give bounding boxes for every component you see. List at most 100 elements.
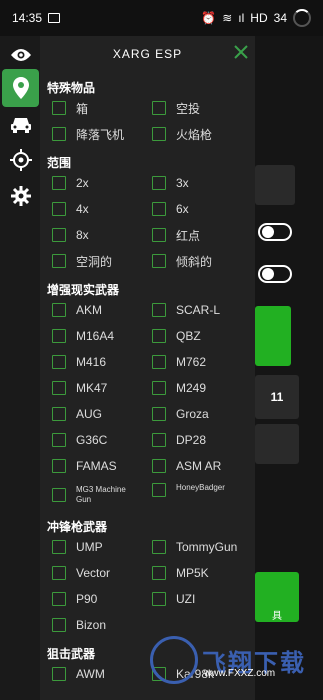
checkbox[interactable] (152, 407, 166, 421)
option-weapon[interactable]: FAMAS (52, 453, 152, 479)
close-icon[interactable] (233, 44, 249, 60)
battery-level: 34 (273, 11, 287, 25)
car-icon[interactable] (4, 108, 38, 142)
ar-weapons-grid: AKM SCAR-L M16A4 QBZ M416 M762 MK47 M249… (40, 297, 255, 511)
gear-icon[interactable] (4, 179, 38, 213)
net-type: HD (250, 11, 268, 25)
checkbox[interactable] (52, 254, 66, 268)
checkbox[interactable] (52, 433, 66, 447)
checkbox[interactable] (152, 329, 166, 343)
checkbox[interactable] (52, 407, 66, 421)
checkbox[interactable] (152, 355, 166, 369)
status-bar: 14:35 ⏰ ≋ ıl HD 34 (0, 0, 323, 36)
option-weapon[interactable]: AUG (52, 401, 152, 427)
checkbox[interactable] (52, 303, 66, 317)
option-weapon[interactable]: Bizon (52, 612, 152, 638)
option-weapon[interactable]: ASM AR (152, 453, 252, 479)
panel-title: XARG ESP (112, 47, 183, 61)
option-scope[interactable]: 6x (152, 196, 252, 222)
wifi-icon: ≋ (222, 11, 233, 25)
option-weapon[interactable]: P90 (52, 586, 152, 612)
checkbox[interactable] (152, 566, 166, 580)
crosshair-icon[interactable] (4, 143, 38, 177)
esp-panel: XARG ESP 特殊物品 箱 空投 降落飞机 火焰枪 范围 2x 3x 4x … (40, 36, 255, 700)
checkbox[interactable] (152, 433, 166, 447)
checkbox[interactable] (152, 303, 166, 317)
checkbox[interactable] (152, 176, 166, 190)
toggle-switch[interactable] (258, 223, 292, 241)
option-weapon[interactable]: Vector (52, 560, 152, 586)
green-button[interactable] (255, 306, 291, 366)
option-weapon[interactable]: M249 (152, 375, 252, 401)
eye-icon[interactable] (4, 38, 38, 72)
option-weapon[interactable]: TommyGun (152, 534, 252, 560)
special-items-grid: 箱 空投 降落飞机 火焰枪 (40, 95, 255, 147)
option-weapon[interactable]: AWM (52, 661, 152, 687)
checkbox[interactable] (52, 176, 66, 190)
option-scope[interactable]: 倾斜的 (152, 248, 252, 274)
status-time: 14:35 (12, 11, 43, 25)
checkbox[interactable] (52, 540, 66, 554)
checkbox[interactable] (152, 483, 166, 497)
toggle-switch[interactable] (258, 265, 292, 283)
checkbox[interactable] (152, 101, 166, 115)
option-weapon[interactable]: QBZ (152, 323, 252, 349)
checkbox[interactable] (52, 381, 66, 395)
option-weapon[interactable]: DP28 (152, 427, 252, 453)
option-flaregun[interactable]: 火焰枪 (152, 121, 252, 147)
option-scope[interactable]: 红点 (152, 222, 252, 248)
checkbox[interactable] (52, 355, 66, 369)
scopes-grid: 2x 3x 4x 6x 8x 红点 空洞的 倾斜的 (40, 170, 255, 274)
checkbox[interactable] (52, 329, 66, 343)
option-airdrop[interactable]: 空投 (152, 95, 252, 121)
option-scope[interactable]: 空洞的 (52, 248, 152, 274)
checkbox[interactable] (152, 127, 166, 141)
green-button[interactable]: 具 (255, 572, 299, 622)
checkbox[interactable] (152, 592, 166, 606)
watermark: 飞翔下载 www.FXXZ.com (150, 630, 320, 690)
option-weapon[interactable]: MP5K (152, 560, 252, 586)
option-scope[interactable]: 2x (52, 170, 152, 196)
checkbox[interactable] (52, 592, 66, 606)
option-weapon[interactable]: HoneyBadger (152, 479, 252, 511)
option-weapon[interactable]: M16A4 (52, 323, 152, 349)
option-weapon[interactable]: UZI (152, 586, 252, 612)
location-pin-icon[interactable] (2, 69, 39, 107)
panel-header: XARG ESP (40, 36, 255, 72)
side-nav (0, 36, 40, 700)
checkbox[interactable] (52, 618, 66, 632)
option-weapon[interactable]: M762 (152, 349, 252, 375)
checkbox[interactable] (52, 667, 66, 681)
option-weapon[interactable]: SCAR-L (152, 297, 252, 323)
option-scope[interactable]: 4x (52, 196, 152, 222)
option-weapon[interactable]: MG3 Machine Gun (52, 479, 152, 511)
checkbox[interactable] (152, 459, 166, 473)
checkbox[interactable] (152, 254, 166, 268)
option-weapon[interactable]: G36C (52, 427, 152, 453)
watermark-url: www.FXXZ.com (204, 668, 276, 679)
checkbox[interactable] (52, 488, 66, 502)
option-weapon[interactable]: AKM (52, 297, 152, 323)
checkbox[interactable] (52, 459, 66, 473)
checkbox[interactable] (52, 127, 66, 141)
option-scope[interactable]: 3x (152, 170, 252, 196)
section-title: 特殊物品 (47, 81, 96, 95)
alarm-icon: ⏰ (201, 11, 217, 25)
option-weapon[interactable]: M416 (52, 349, 152, 375)
checkbox[interactable] (152, 540, 166, 554)
option-box[interactable]: 箱 (52, 95, 152, 121)
smg-grid: UMP TommyGun Vector MP5K P90 UZI Bizon (40, 534, 255, 638)
checkbox[interactable] (152, 202, 166, 216)
option-weapon[interactable]: Groza (152, 401, 252, 427)
option-scope[interactable]: 8x (52, 222, 152, 248)
checkbox[interactable] (52, 101, 66, 115)
checkbox[interactable] (52, 202, 66, 216)
option-plane[interactable]: 降落飞机 (52, 121, 152, 147)
option-weapon[interactable]: UMP (52, 534, 152, 560)
checkbox[interactable] (52, 566, 66, 580)
checkbox[interactable] (52, 228, 66, 242)
checkbox[interactable] (152, 228, 166, 242)
option-weapon[interactable]: MK47 (52, 375, 152, 401)
card (255, 424, 299, 464)
checkbox[interactable] (152, 381, 166, 395)
